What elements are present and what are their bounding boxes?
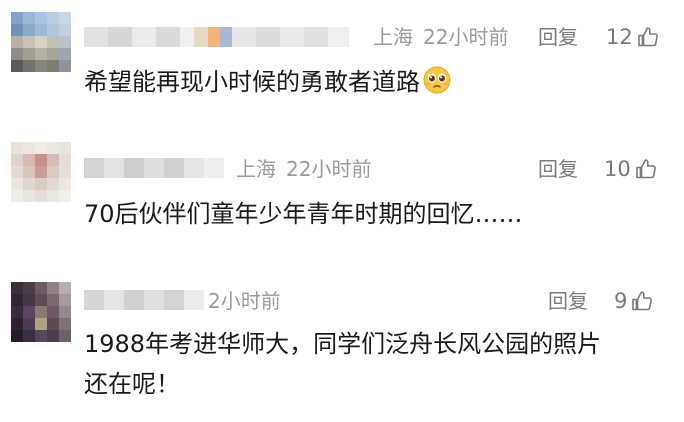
pleading-face-emoji-icon xyxy=(423,66,451,94)
comment-meta: 2小时前 xyxy=(208,290,291,312)
comment-location: 上海 xyxy=(373,25,413,49)
thumbs-up-icon xyxy=(632,291,653,311)
comment-item: 2小时前 回复 9 1988年考进华师大，同学们泛舟长风公园的照片 还在呢！ xyxy=(0,270,684,422)
comment-item: 上海 22小时前 回复 12 希望能再现小时候的勇敢者道路 xyxy=(0,0,684,120)
thumbs-up-icon xyxy=(637,27,658,47)
avatar[interactable] xyxy=(11,12,71,72)
username-blurred[interactable] xyxy=(84,27,349,47)
reply-button[interactable]: 回复 xyxy=(548,290,588,312)
like-count: 9 xyxy=(614,289,628,313)
comment-text-content: 希望能再现小时候的勇敢者道路 xyxy=(84,68,420,96)
comment-location: 上海 xyxy=(236,157,276,181)
comment-text-line-1: 1988年考进华师大，同学们泛舟长风公园的照片 xyxy=(84,330,602,358)
comment-item: 上海 22小时前 回复 10 70后伙伴们童年少年青年时期的回忆…… xyxy=(0,130,684,260)
reply-button[interactable]: 回复 xyxy=(538,158,578,180)
avatar[interactable] xyxy=(11,142,71,202)
comment-time: 22小时前 xyxy=(286,157,372,181)
like-button[interactable]: 12 xyxy=(606,25,660,49)
comment-text: 希望能再现小时候的勇敢者道路 xyxy=(84,64,452,100)
reply-button[interactable]: 回复 xyxy=(538,26,578,48)
comment-time: 2小时前 xyxy=(208,289,281,313)
like-count: 12 xyxy=(606,25,633,49)
avatar[interactable] xyxy=(11,282,71,342)
like-button[interactable]: 9 xyxy=(614,289,654,313)
username-blurred[interactable] xyxy=(84,158,224,178)
comment-text-line-2: 还在呢！ xyxy=(84,370,180,398)
like-count: 10 xyxy=(604,157,631,181)
thumbs-up-icon xyxy=(635,159,656,179)
comment-meta: 上海 22小时前 xyxy=(373,26,518,48)
like-button[interactable]: 10 xyxy=(604,157,658,181)
comment-text: 70后伙伴们童年少年青年时期的回忆…… xyxy=(84,200,523,228)
username-blurred[interactable] xyxy=(84,290,204,310)
comment-meta: 上海 22小时前 xyxy=(236,158,381,180)
comment-time: 22小时前 xyxy=(423,25,509,49)
